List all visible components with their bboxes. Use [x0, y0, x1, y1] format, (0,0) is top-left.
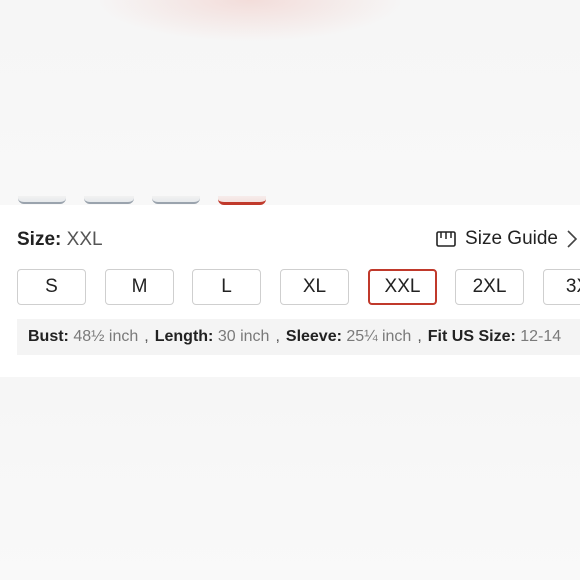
fit-value: 12-14 [520, 328, 562, 345]
size-option-2xl[interactable]: 2XL [455, 269, 524, 305]
thumbnail-selected[interactable] [218, 196, 266, 205]
bust-label: Bust: [28, 328, 69, 345]
length-value: 30 inch [217, 328, 270, 345]
size-option-s[interactable]: S [17, 269, 86, 305]
size-option-3x[interactable]: 3X [543, 269, 580, 305]
bust-value: 48½ inch [73, 328, 139, 345]
size-guide-link[interactable]: Size Guide [436, 227, 580, 251]
size-guide-label: Size Guide [465, 228, 558, 249]
separator: , [275, 328, 280, 345]
size-option-xxl[interactable]: XXL [368, 269, 437, 305]
size-panel: Size: XXL Size Guide S M L XL XXL 2XL 3X… [0, 205, 580, 377]
chevron-right-icon [567, 230, 578, 248]
selected-size-value: XXL [66, 229, 103, 250]
separator: , [417, 328, 422, 345]
size-label: Size: [17, 229, 62, 250]
thumbnail[interactable] [152, 196, 200, 204]
sleeve-label: Sleeve: [285, 328, 342, 345]
ruler-icon [436, 231, 456, 247]
separator: , [144, 328, 149, 345]
length-label: Length: [154, 328, 214, 345]
size-header: Size: XXL [17, 229, 103, 251]
thumbnail[interactable] [18, 196, 66, 204]
measurement-info: Bust: 48½ inch, Length: 30 inch, Sleeve: 2… [17, 319, 580, 355]
size-option-m[interactable]: M [105, 269, 174, 305]
size-option-xl[interactable]: XL [280, 269, 349, 305]
lower-background [0, 377, 580, 580]
product-image-area [0, 0, 580, 205]
sleeve-value: 25¼ inch [346, 328, 412, 345]
size-options: S M L XL XXL 2XL 3X [17, 269, 580, 307]
thumbnail[interactable] [84, 196, 134, 204]
size-option-l[interactable]: L [192, 269, 261, 305]
fit-label: Fit US Size: [427, 328, 516, 345]
